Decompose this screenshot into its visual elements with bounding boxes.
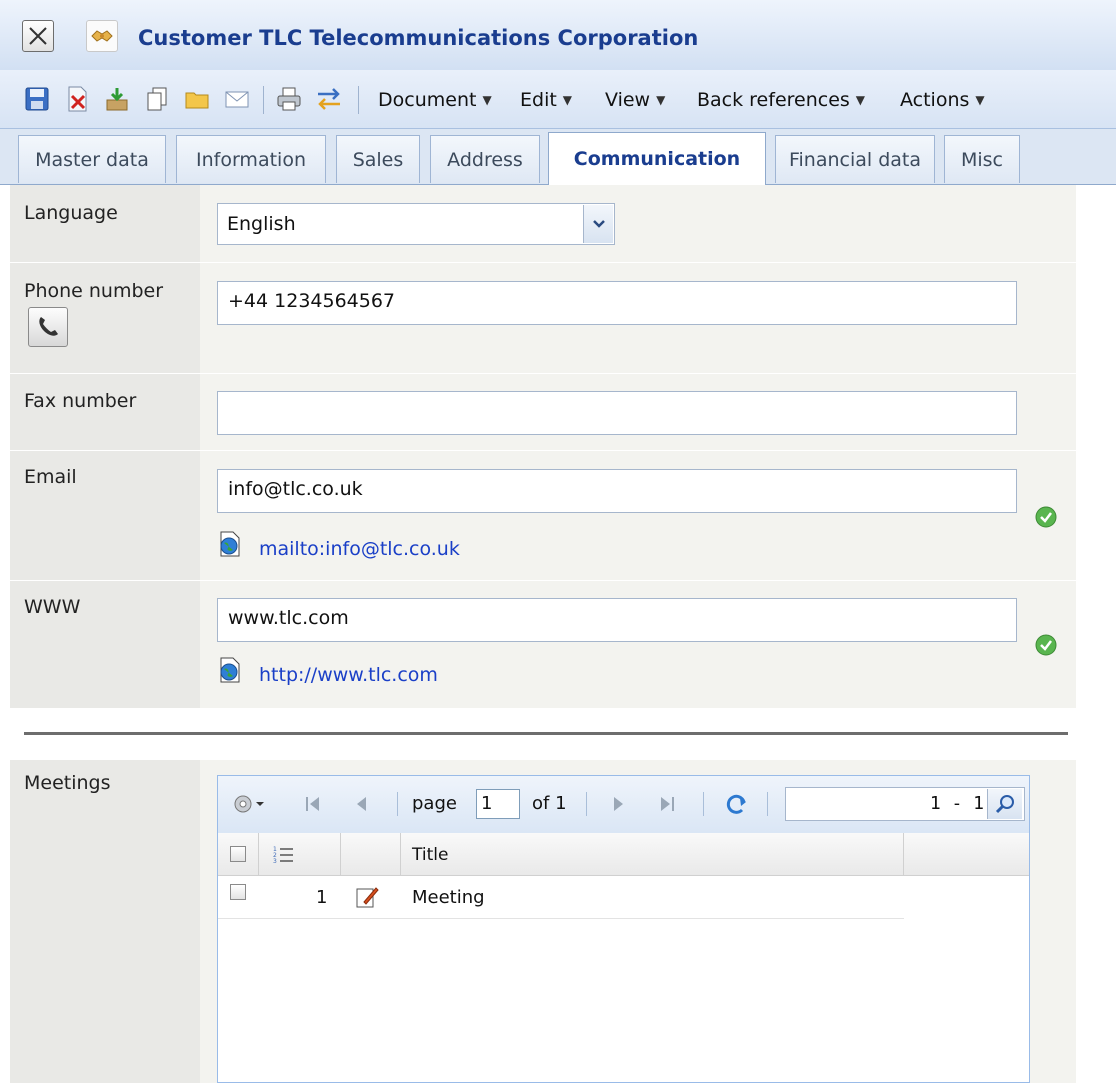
meetings-grid: page 1 of 1 1 - 1 1 2 3 Title 1 Meeting	[217, 775, 1030, 1083]
phone-icon	[39, 317, 58, 336]
grid-search-box[interactable]: 1 - 1	[785, 787, 1025, 821]
delete-icon[interactable]	[60, 82, 94, 116]
close-button[interactable]	[22, 20, 54, 52]
email-input[interactable]: info@tlc.co.uk	[217, 469, 1017, 513]
language-select[interactable]: English	[217, 203, 615, 245]
close-icon	[29, 27, 47, 45]
menu-back-references[interactable]: Back references ▼	[697, 89, 865, 111]
email-label: Email	[24, 466, 77, 488]
dropdown-button[interactable]	[583, 205, 613, 243]
menu-view[interactable]: View ▼	[605, 89, 665, 111]
first-page-icon[interactable]	[304, 795, 322, 813]
page-label: page	[412, 793, 457, 814]
table-row[interactable]: 1 Meeting	[218, 876, 904, 919]
menu-document[interactable]: Document ▼	[378, 89, 492, 111]
grid-pager: page 1 of 1 1 - 1	[218, 776, 1029, 834]
tab-communication[interactable]: Communication	[548, 132, 766, 185]
chevron-down-icon: ▼	[975, 93, 985, 107]
chevron-down-icon: ▼	[855, 93, 866, 107]
valid-check-icon	[1035, 506, 1057, 528]
chevron-down-icon: ▼	[482, 93, 492, 107]
email-link[interactable]: mailto:info@tlc.co.uk	[259, 538, 460, 560]
toolbar: Document ▼ Edit ▼ View ▼ Back references ▼ A…	[0, 70, 1116, 129]
numbered-list-icon: 1 2 3	[273, 846, 293, 864]
www-link[interactable]: http://www.tlc.com	[259, 664, 438, 686]
menu-actions[interactable]: Actions ▼	[900, 89, 985, 111]
svg-text:3: 3	[273, 858, 277, 864]
search-icon	[995, 795, 1014, 814]
page-count: of 1	[532, 793, 567, 814]
copy-icon[interactable]	[140, 82, 174, 116]
last-page-icon[interactable]	[658, 795, 676, 813]
gear-icon[interactable]	[232, 792, 266, 816]
row-checkbox[interactable]	[230, 884, 246, 900]
valid-check-icon	[1035, 634, 1057, 656]
fax-input[interactable]	[217, 391, 1017, 435]
refresh-icon[interactable]	[722, 790, 750, 818]
tab-address[interactable]: Address	[430, 135, 540, 183]
print-icon[interactable]	[272, 82, 306, 116]
window-title: Customer TLC Telecommunications Corporat…	[138, 26, 699, 50]
folder-icon[interactable]	[180, 82, 214, 116]
next-page-icon[interactable]	[610, 795, 626, 813]
call-button[interactable]	[28, 307, 68, 347]
column-title-header[interactable]: Title	[412, 845, 448, 865]
title-bar: Customer TLC Telecommunications Corporat…	[0, 0, 1116, 71]
phone-input[interactable]: +44 1234564567	[217, 281, 1017, 325]
search-button[interactable]	[987, 789, 1022, 819]
meetings-label: Meetings	[24, 772, 111, 794]
fax-label: Fax number	[24, 390, 137, 412]
phone-label: Phone number	[24, 280, 164, 302]
chevron-down-icon: ▼	[656, 93, 666, 107]
web-link-icon	[220, 657, 240, 683]
www-label: WWW	[24, 596, 81, 618]
chevron-down-icon	[592, 220, 605, 228]
tab-information[interactable]: Information	[176, 135, 326, 183]
tab-strip: Master data Information Sales Address Co…	[0, 129, 1116, 185]
www-input[interactable]: www.tlc.com	[217, 598, 1017, 642]
tab-master-data[interactable]: Master data	[18, 135, 166, 183]
language-label: Language	[24, 202, 118, 224]
chevron-down-icon: ▼	[562, 93, 573, 107]
grid-header: 1 2 3 Title	[218, 833, 1029, 876]
section-divider	[24, 732, 1068, 735]
tab-financial-data[interactable]: Financial data	[775, 135, 935, 183]
save-icon[interactable]	[20, 82, 54, 116]
edit-icon[interactable]	[354, 884, 380, 910]
email-icon[interactable]	[220, 82, 254, 116]
prev-page-icon[interactable]	[354, 795, 370, 813]
menu-edit[interactable]: Edit ▼	[520, 89, 572, 111]
handshake-icon	[86, 20, 118, 52]
language-value: English	[227, 213, 296, 235]
record-range: 1 - 1	[929, 793, 984, 814]
select-all-checkbox[interactable]	[230, 846, 246, 862]
tab-sales[interactable]: Sales	[336, 135, 420, 183]
web-link-icon	[220, 531, 240, 557]
page-input[interactable]: 1	[476, 789, 520, 819]
import-icon[interactable]	[100, 82, 134, 116]
tab-misc[interactable]: Misc	[944, 135, 1020, 183]
row-number: 1	[316, 887, 328, 908]
transfer-icon[interactable]	[312, 82, 346, 116]
row-title: Meeting	[412, 887, 485, 908]
